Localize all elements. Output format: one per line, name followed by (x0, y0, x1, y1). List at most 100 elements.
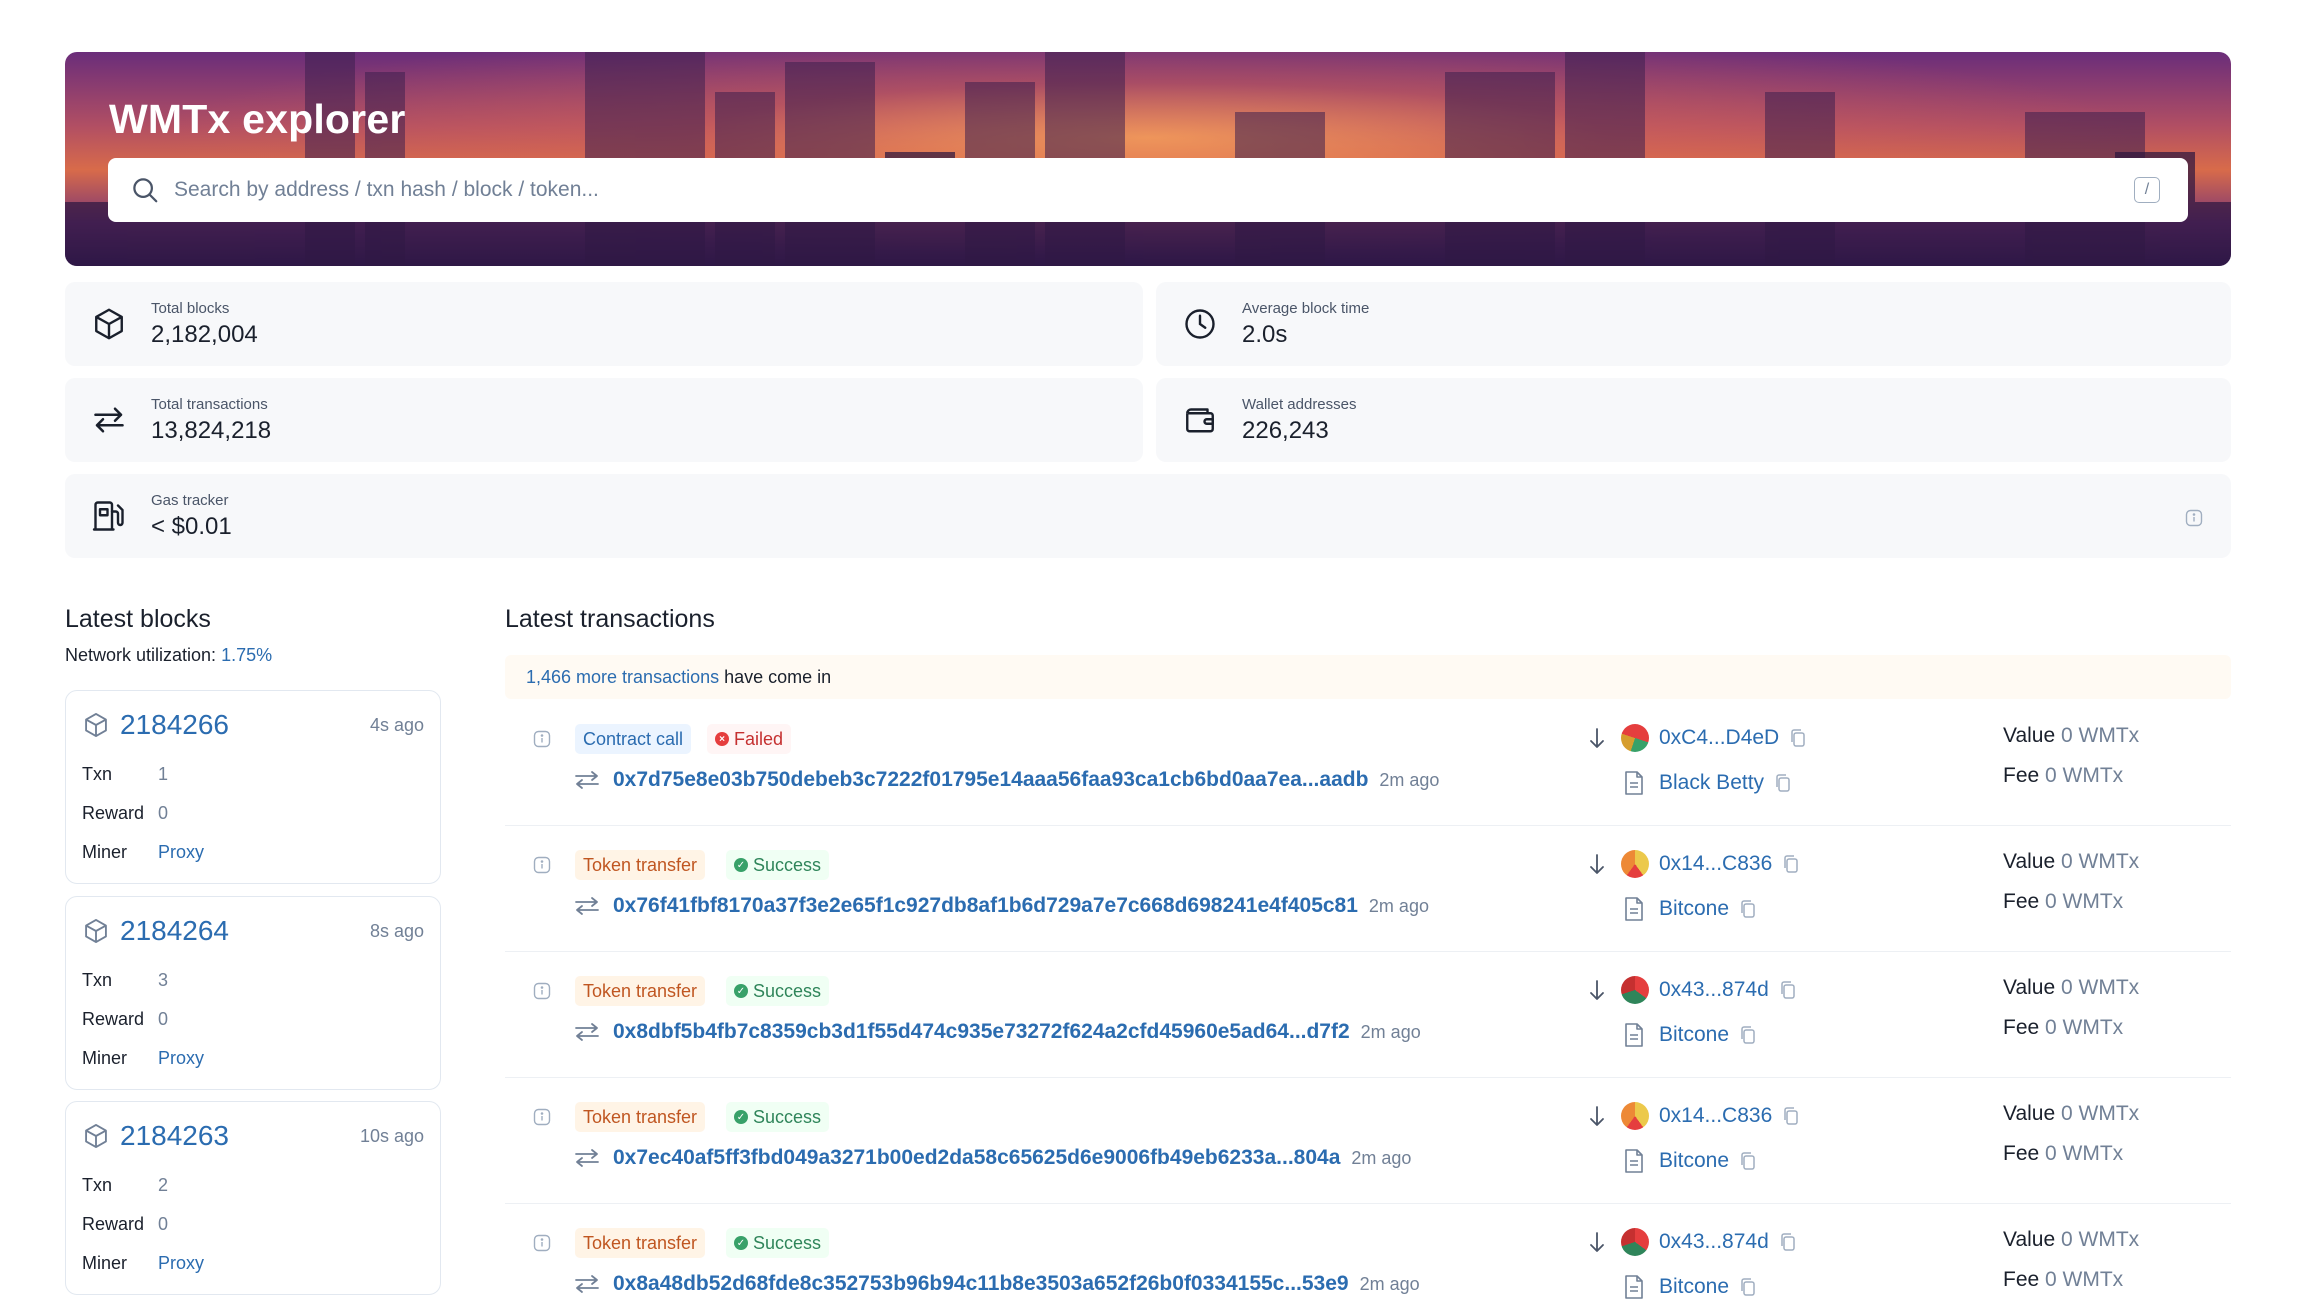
tx-hash-link[interactable]: 0x7d75e8e03b750debeb3c7222f01795e14aaa56… (613, 768, 1368, 792)
copy-icon[interactable] (1739, 1151, 1757, 1171)
search-input[interactable] (174, 158, 2134, 222)
tx-age: 2m ago (1368, 895, 1429, 916)
stat-value: 2,182,004 (151, 320, 258, 348)
copy-icon[interactable] (1779, 980, 1797, 1000)
value-amount: 0 WMTx (2061, 724, 2140, 747)
info-icon[interactable] (533, 1234, 551, 1252)
stat-wallet-addresses: Wallet addresses 226,243 (1156, 378, 2231, 462)
more-transactions-link[interactable]: 1,466 more transactions (526, 667, 719, 688)
stat-gas-tracker: Gas tracker < $0.01 (65, 474, 2231, 558)
tx-hash-link[interactable]: 0x8a48db52d68fde8c352753b96b94c11b8e3503… (613, 1272, 1349, 1296)
stat-total-blocks: Total blocks 2,182,004 (65, 282, 1143, 366)
stat-label: Gas tracker (151, 491, 229, 509)
fee-amount: 0 WMTx (2045, 1016, 2124, 1039)
info-icon[interactable] (2185, 509, 2203, 527)
reward-value: 0 (158, 1214, 169, 1234)
tx-type-badge: Token transfer (575, 976, 706, 1006)
block-number-link[interactable]: 2184263 (120, 1120, 229, 1152)
to-address-link[interactable]: Bitcone (1659, 1023, 1729, 1047)
info-icon[interactable] (533, 856, 551, 874)
info-icon[interactable] (533, 1108, 551, 1126)
copy-icon[interactable] (1774, 773, 1792, 793)
search-bar[interactable]: / (108, 158, 2188, 222)
cube-icon (95, 308, 123, 340)
copy-icon[interactable] (1739, 1277, 1757, 1297)
page-title: WMTx explorer (109, 96, 406, 142)
stat-label: Average block time (1242, 299, 1370, 317)
fee-label: Fee (2003, 1142, 2040, 1165)
to-address-link[interactable]: Bitcone (1659, 897, 1729, 921)
tx-fee: Fee 0 WMTx (2003, 890, 2123, 914)
stat-label: Total transactions (151, 395, 268, 413)
success-icon: ✓ (734, 858, 748, 872)
tx-value: Value 0 WMTx (2003, 1102, 2139, 1126)
wallet-icon (1186, 408, 1214, 433)
reward-label: Reward (82, 1214, 145, 1234)
tx-hash-link[interactable]: 0x7ec40af5ff3fbd049a3271b00ed2da58c65625… (613, 1146, 1340, 1170)
miner-label: Miner (82, 842, 128, 862)
block-number-link[interactable]: 2184266 (120, 709, 229, 741)
info-icon[interactable] (533, 730, 551, 748)
copy-icon[interactable] (1782, 854, 1800, 874)
value-amount: 0 WMTx (2061, 1228, 2140, 1251)
transaction-row: Token transfer ✓ Success 0x8dbf5b4fb7c835… (505, 952, 2231, 1078)
gas-pump-icon (92, 501, 124, 531)
value-label: Value (2003, 850, 2056, 873)
fee-amount: 0 WMTx (2045, 764, 2124, 787)
from-address-link[interactable]: 0x14...C836 (1659, 1104, 1772, 1128)
contract-icon (1625, 771, 1643, 795)
swap-icon (94, 407, 124, 433)
arrow-down-icon (1590, 1106, 1604, 1126)
copy-icon[interactable] (1779, 1232, 1797, 1252)
arrow-down-icon (1590, 980, 1604, 1000)
copy-icon[interactable] (1782, 1106, 1800, 1126)
clock-icon (1185, 309, 1215, 339)
from-address-link[interactable]: 0x14...C836 (1659, 852, 1772, 876)
success-icon: ✓ (734, 1236, 748, 1250)
address-avatar (1621, 724, 1649, 752)
reward-value: 0 (158, 1009, 169, 1029)
block-card[interactable]: 2184264 8s ago Txn 3 Reward 0 Miner Proxy (65, 896, 441, 1090)
tx-hash-link[interactable]: 0x76f41fbf8170a37f3e2e65f1c927db8af1b6d7… (613, 894, 1358, 918)
miner-link[interactable]: Proxy (158, 1253, 204, 1273)
to-address-link[interactable]: Bitcone (1659, 1275, 1729, 1299)
block-age: 10s ago (359, 1126, 424, 1146)
latest-transactions-title: Latest transactions (505, 605, 715, 633)
tx-value: Value 0 WMTx (2003, 976, 2139, 1000)
from-address-link[interactable]: 0xC4...D4eD (1659, 726, 1779, 750)
copy-icon[interactable] (1739, 899, 1757, 919)
to-address-link[interactable]: Black Betty (1659, 771, 1764, 795)
block-card[interactable]: 2184266 4s ago Txn 1 Reward 0 Miner Proxy (65, 690, 441, 884)
tx-status-badge: ✓ Success (726, 1228, 830, 1258)
block-miner-row: Miner Proxy (82, 1253, 204, 1274)
miner-label: Miner (82, 1253, 128, 1273)
block-reward-row: Reward 0 (82, 1009, 168, 1030)
transaction-row: Contract call × Failed 0x7d75e8e03b750deb… (505, 700, 2231, 826)
cube-icon (85, 712, 107, 738)
block-card[interactable]: 2184263 10s ago Txn 2 Reward 0 Miner Proxy (65, 1101, 441, 1295)
tx-value: Value 0 WMTx (2003, 850, 2139, 874)
transaction-row: Token transfer ✓ Success 0x76f41fbf8170a3… (505, 826, 2231, 952)
from-address-link[interactable]: 0x43...874d (1659, 978, 1769, 1002)
tx-status-label: Success (753, 980, 822, 1001)
keyboard-shortcut-hint: / (2134, 177, 2160, 203)
txn-label: Txn (82, 1175, 113, 1195)
block-txn-row: Txn 3 (82, 970, 168, 991)
block-number-link[interactable]: 2184264 (120, 915, 229, 947)
miner-label: Miner (82, 1048, 128, 1068)
tx-hash-link[interactable]: 0x8dbf5b4fb7c8359cb3d1f55d474c935e73272f… (613, 1020, 1350, 1044)
new-transactions-banner: 1,466 more transactions have come in (505, 655, 2231, 699)
block-reward-row: Reward 0 (82, 1214, 168, 1235)
copy-icon[interactable] (1789, 728, 1807, 748)
copy-icon[interactable] (1739, 1025, 1757, 1045)
miner-link[interactable]: Proxy (158, 1048, 204, 1068)
swap-icon (575, 897, 599, 915)
to-address-link[interactable]: Bitcone (1659, 1149, 1729, 1173)
from-address-link[interactable]: 0x43...874d (1659, 1230, 1769, 1254)
latest-blocks-title: Latest blocks (65, 605, 211, 633)
txn-label: Txn (82, 764, 113, 784)
value-amount: 0 WMTx (2061, 850, 2140, 873)
cube-icon (85, 1123, 107, 1149)
miner-link[interactable]: Proxy (158, 842, 204, 862)
info-icon[interactable] (533, 982, 551, 1000)
